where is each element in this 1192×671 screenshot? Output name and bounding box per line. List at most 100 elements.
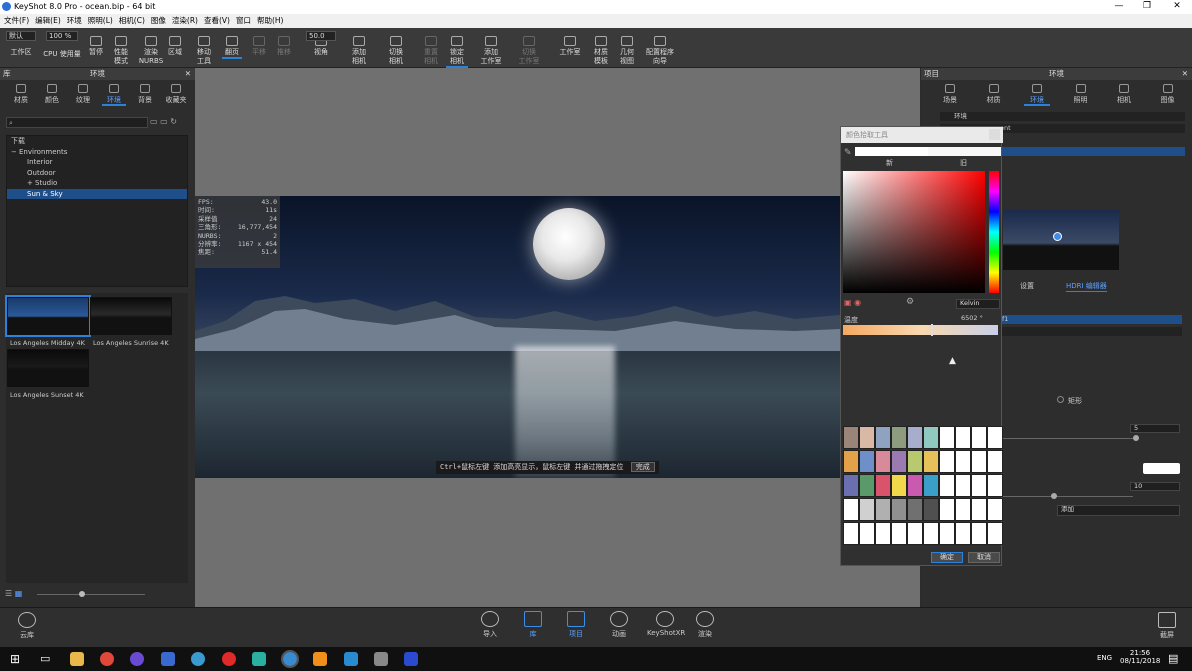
keyshot-task-icon[interactable] (281, 650, 299, 668)
color-swatch[interactable] (923, 426, 939, 449)
tree-toggle-icon[interactable]: − (11, 147, 19, 158)
color-swatch[interactable] (907, 498, 923, 521)
color-swatch[interactable] (875, 450, 891, 473)
color-swatch[interactable] (859, 522, 875, 545)
toolbar-item-1[interactable]: 暂停 (85, 36, 107, 57)
screenshot-button[interactable]: 截屏 (1152, 612, 1182, 640)
menu-item-8[interactable]: 窗口 (236, 14, 251, 28)
hue-slider[interactable] (989, 171, 999, 293)
menu-item-0[interactable]: 文件(F) (4, 14, 29, 28)
color-swatch[interactable] (859, 426, 875, 449)
color-swatch[interactable] (955, 450, 971, 473)
explorer-icon[interactable] (70, 652, 84, 666)
project-tab-4[interactable]: 相机 (1111, 84, 1137, 106)
color-swatch[interactable] (875, 474, 891, 497)
color-swatch[interactable] (971, 426, 987, 449)
color-swatch[interactable] (891, 474, 907, 497)
color-swatch[interactable] (939, 426, 955, 449)
menu-item-7[interactable]: 查看(V) (204, 14, 230, 28)
hdri-preview[interactable] (1003, 210, 1119, 270)
color-swatch[interactable] (843, 426, 859, 449)
color-swatch[interactable] (923, 474, 939, 497)
color-swatch[interactable] (971, 474, 987, 497)
library-tab-0[interactable]: 材质 (9, 84, 33, 106)
color-swatch[interactable] (923, 450, 939, 473)
project-tab-1[interactable]: 材质 (981, 84, 1007, 106)
palette-icon[interactable]: ▣ ◉ (844, 298, 861, 307)
cloud-library-button[interactable]: 云库 (12, 612, 42, 640)
project-tab-0[interactable]: 场景 (937, 84, 963, 106)
value-field-2[interactable]: 10 (1130, 482, 1180, 491)
color-swatch[interactable] (875, 426, 891, 449)
toolbar-item-16[interactable]: 工作室 (558, 36, 582, 57)
color-swatch[interactable] (875, 522, 891, 545)
fov-input[interactable]: 50.0 (306, 31, 336, 41)
color-swatch[interactable] (971, 498, 987, 521)
opera-icon[interactable] (222, 652, 236, 666)
slider-2-handle[interactable] (1051, 493, 1057, 499)
menu-item-2[interactable]: 环境 (67, 14, 82, 28)
rect-radio[interactable] (1057, 396, 1064, 403)
library-tab-1[interactable]: 颜色 (40, 84, 64, 106)
maximize-button[interactable]: ❐ (1140, 1, 1154, 11)
temperature-value[interactable]: 6502 ° (961, 314, 983, 322)
library-tab-4[interactable]: 背景 (133, 84, 157, 106)
library-search-input[interactable]: ⌕ (6, 117, 148, 128)
app-icon-3[interactable] (252, 652, 266, 666)
panel-close-icon[interactable]: ✕ (185, 68, 191, 80)
color-swatch[interactable] (971, 522, 987, 545)
eyedropper-icon[interactable]: ✎ (844, 148, 852, 158)
photoshop-icon[interactable] (404, 652, 418, 666)
tree-item-2[interactable]: Interior (7, 157, 187, 168)
project-tab-5[interactable]: 图像 (1155, 84, 1181, 106)
grid-view-icon[interactable]: ▦ (15, 589, 23, 598)
bottom-item-3[interactable]: 动画 (604, 611, 634, 639)
hdri-editor-tab[interactable]: HDRI 编辑器 (1066, 281, 1107, 292)
toolbar-item-8[interactable]: 推移 (273, 36, 295, 57)
toolbar-item-2[interactable]: 性能 模式 (108, 36, 134, 66)
bottom-item-0[interactable]: 导入 (475, 611, 505, 639)
color-swatch[interactable] (939, 474, 955, 497)
clock[interactable]: 21:56 08/11/2018 (1120, 649, 1160, 665)
hdri-layer[interactable] (1000, 327, 1182, 336)
toolbar-item-19[interactable]: 配置程序 向导 (642, 36, 678, 66)
color-swatch[interactable] (859, 498, 875, 521)
color-swatch[interactable] (923, 522, 939, 545)
color-swatch[interactable] (987, 474, 1003, 497)
notification-icon[interactable]: ▤ (1168, 652, 1178, 665)
color-swatch[interactable] (923, 498, 939, 521)
telegram-icon[interactable] (344, 652, 358, 666)
cancel-button[interactable]: 取消 (968, 552, 1000, 563)
color-swatch[interactable] (891, 426, 907, 449)
color-swatch[interactable] (875, 498, 891, 521)
ocean-scene-render[interactable] (195, 196, 840, 478)
hdri-layer-selected[interactable]: f1 (1000, 315, 1182, 324)
color-swatch[interactable] (891, 450, 907, 473)
toolbar-item-4[interactable]: 区域 (165, 36, 185, 57)
color-swatch[interactable] (907, 450, 923, 473)
color-swatch[interactable] (955, 522, 971, 545)
toolbar-item-10[interactable]: 添加 相机 (349, 36, 369, 66)
color-swatch[interactable] (987, 522, 1003, 545)
ok-button[interactable]: 确定 (931, 552, 963, 563)
color-swatch[interactable] (891, 522, 907, 545)
color-swatch[interactable] (987, 450, 1003, 473)
app-icon-4[interactable] (374, 652, 388, 666)
env-list-item[interactable]: 环境 (940, 112, 1185, 121)
menu-item-3[interactable]: 照明(L) (88, 14, 113, 28)
color-swatch[interactable] (859, 450, 875, 473)
color-swatch[interactable] (843, 522, 859, 545)
color-swatch-button[interactable] (1143, 463, 1180, 474)
toolbar-item-12[interactable]: 重置 相机 (421, 36, 441, 66)
color-swatch[interactable] (955, 498, 971, 521)
library-bottom-tools[interactable]: ☰ ▦ (5, 589, 190, 601)
color-swatch[interactable] (843, 498, 859, 521)
app-icon-1[interactable] (161, 652, 175, 666)
saturation-value-area[interactable] (843, 171, 985, 293)
toolbar-item-14[interactable]: 添加 工作室 (477, 36, 505, 66)
firefox-icon[interactable] (130, 652, 144, 666)
tree-item-5[interactable]: Sun & Sky (7, 188, 187, 199)
color-swatch[interactable] (955, 474, 971, 497)
tree-item-4[interactable]: + Studio (7, 178, 187, 189)
toolbar-item-13[interactable]: 锁定 相机 (446, 36, 468, 68)
